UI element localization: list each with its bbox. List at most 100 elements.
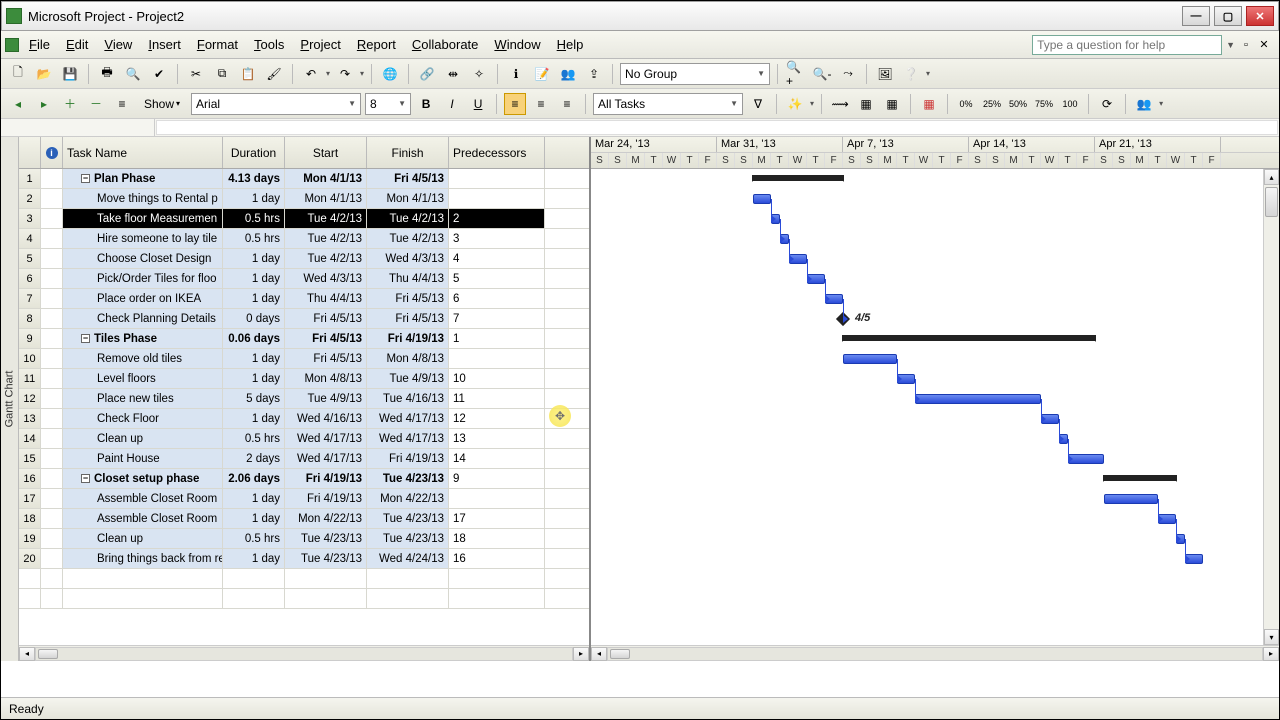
cell-dur[interactable]: 1 day xyxy=(223,369,285,388)
scroll-left-button[interactable]: ◂ xyxy=(19,647,35,661)
cell-pred[interactable] xyxy=(449,489,545,508)
redo-button[interactable]: ↷ xyxy=(334,63,356,85)
cell-taskname[interactable]: −Plan Phase xyxy=(63,169,223,188)
format-painter-button[interactable]: 🖌 xyxy=(263,63,285,85)
table-row[interactable]: 17Assemble Closet Room1 dayFri 4/19/13Mo… xyxy=(19,489,589,509)
cell-pred[interactable]: 13 xyxy=(449,429,545,448)
show-menu-button[interactable]: Show▾ xyxy=(137,93,187,115)
header-taskname[interactable]: Task Name xyxy=(63,137,223,168)
cell-dur[interactable] xyxy=(223,569,285,588)
cell-finish[interactable]: Mon 4/8/13 xyxy=(367,349,449,368)
cell-finish[interactable]: Tue 4/23/13 xyxy=(367,469,449,488)
cell-start[interactable]: Mon 4/1/13 xyxy=(285,169,367,188)
header-duration[interactable]: Duration xyxy=(223,137,285,168)
cell-rownum[interactable]: 11 xyxy=(19,369,41,388)
cell-dur[interactable]: 1 day xyxy=(223,409,285,428)
menu-collaborate[interactable]: Collaborate xyxy=(404,33,487,56)
gantt-wizard-button[interactable]: ✨ xyxy=(784,93,806,115)
menu-window[interactable]: Window xyxy=(486,33,548,56)
menu-format[interactable]: Format xyxy=(189,33,246,56)
gantt-summary-bar[interactable] xyxy=(1104,475,1176,481)
cell-taskname[interactable]: Bring things back from ren xyxy=(63,549,223,568)
table-row[interactable]: 8Check Planning Details0 daysFri 4/5/13F… xyxy=(19,309,589,329)
cell-rownum[interactable] xyxy=(19,569,41,588)
cell-taskname[interactable]: −Tiles Phase xyxy=(63,329,223,348)
cell-pred[interactable]: 17 xyxy=(449,509,545,528)
view-bar[interactable]: Gantt Chart xyxy=(1,137,19,661)
undo-button[interactable]: ↶ xyxy=(300,63,322,85)
cell-start[interactable]: Fri 4/5/13 xyxy=(285,349,367,368)
gantt-task-bar[interactable] xyxy=(843,354,897,364)
cell-finish[interactable]: Wed 4/24/13 xyxy=(367,549,449,568)
timescale-header[interactable]: Mar 24, '13Mar 31, '13Apr 7, '13Apr 14, … xyxy=(591,137,1279,169)
cell-pred[interactable] xyxy=(449,569,545,588)
cell-taskname[interactable]: Check Planning Details xyxy=(63,309,223,328)
outline-toggle-icon[interactable]: − xyxy=(81,174,90,183)
cell-taskname[interactable]: Assemble Closet Room xyxy=(63,509,223,528)
cell-info[interactable] xyxy=(41,409,63,428)
cell-rownum[interactable]: 1 xyxy=(19,169,41,188)
header-indicators[interactable]: i xyxy=(41,137,63,168)
cell-start[interactable]: Fri 4/5/13 xyxy=(285,309,367,328)
cell-rownum[interactable]: 19 xyxy=(19,529,41,548)
menu-tools[interactable]: Tools xyxy=(246,33,292,56)
bold-button[interactable]: B xyxy=(415,93,437,115)
cell-info[interactable] xyxy=(41,529,63,548)
tb-icon-3[interactable]: ▦ xyxy=(918,93,940,115)
autofilter-button[interactable]: ∇ xyxy=(747,93,769,115)
cell-dur[interactable] xyxy=(223,589,285,608)
cell-start[interactable]: Mon 4/1/13 xyxy=(285,189,367,208)
cell-dur[interactable]: 2 days xyxy=(223,449,285,468)
cell-info[interactable] xyxy=(41,369,63,388)
cell-start[interactable]: Wed 4/17/13 xyxy=(285,429,367,448)
publish-button[interactable]: ⇪ xyxy=(583,63,605,85)
cell-finish[interactable]: Tue 4/23/13 xyxy=(367,529,449,548)
cell-dur[interactable]: 1 day xyxy=(223,269,285,288)
save-button[interactable]: 💾 xyxy=(59,63,81,85)
gantt-scroll-thumb[interactable] xyxy=(610,649,630,659)
link-tasks-button[interactable]: 🔗 xyxy=(416,63,438,85)
cell-dur[interactable]: 1 day xyxy=(223,489,285,508)
cell-dur[interactable]: 1 day xyxy=(223,549,285,568)
cell-info[interactable] xyxy=(41,469,63,488)
header-predecessors[interactable]: Predecessors xyxy=(449,137,545,168)
cell-info[interactable] xyxy=(41,449,63,468)
cell-start[interactable]: Tue 4/2/13 xyxy=(285,249,367,268)
table-row[interactable]: 11Level floors1 dayMon 4/8/13Tue 4/9/131… xyxy=(19,369,589,389)
cell-info[interactable] xyxy=(41,589,63,608)
menu-project[interactable]: Project xyxy=(292,33,348,56)
cell-rownum[interactable]: 15 xyxy=(19,449,41,468)
cell-taskname[interactable]: Move things to Rental p xyxy=(63,189,223,208)
print-button[interactable]: 🖶 xyxy=(96,63,118,85)
menu-file[interactable]: File xyxy=(21,33,58,56)
cell-rownum[interactable]: 14 xyxy=(19,429,41,448)
cell-finish[interactable]: Mon 4/1/13 xyxy=(367,189,449,208)
vscroll-thumb[interactable] xyxy=(1265,187,1278,217)
scroll-right-button[interactable]: ▸ xyxy=(573,647,589,661)
help-search-input[interactable] xyxy=(1032,35,1222,55)
unlink-tasks-button[interactable]: ⇹ xyxy=(442,63,464,85)
cell-finish[interactable]: Tue 4/16/13 xyxy=(367,389,449,408)
hide-assignments-icon[interactable]: ≡ xyxy=(111,93,133,115)
menu-report[interactable]: Report xyxy=(349,33,404,56)
cell-pred[interactable]: 1 xyxy=(449,329,545,348)
font-size-combo[interactable]: 8▼ xyxy=(365,93,411,115)
cell-pred[interactable] xyxy=(449,189,545,208)
cell-taskname[interactable]: Place new tiles xyxy=(63,389,223,408)
group-combo[interactable]: No Group▼ xyxy=(620,63,770,85)
entry-field[interactable] xyxy=(156,120,1278,135)
table-row[interactable]: 6Pick/Order Tiles for floo1 dayWed 4/3/1… xyxy=(19,269,589,289)
tb-icon-1[interactable]: ▦ xyxy=(855,93,877,115)
collab-toolbar-button[interactable]: 👥 xyxy=(1133,93,1155,115)
table-row[interactable]: 18Assemble Closet Room1 dayMon 4/22/13Tu… xyxy=(19,509,589,529)
cell-finish[interactable]: Fri 4/5/13 xyxy=(367,169,449,188)
gantt-task-bar[interactable] xyxy=(753,194,771,204)
cell-taskname[interactable]: Choose Closet Design xyxy=(63,249,223,268)
cell-start[interactable]: Tue 4/23/13 xyxy=(285,549,367,568)
cell-start[interactable] xyxy=(285,589,367,608)
cell-info[interactable] xyxy=(41,429,63,448)
table-row[interactable]: 7Place order on IKEA1 dayThu 4/4/13Fri 4… xyxy=(19,289,589,309)
menu-insert[interactable]: Insert xyxy=(140,33,189,56)
cell-rownum[interactable]: 16 xyxy=(19,469,41,488)
insert-hyperlink-button[interactable]: 🌐 xyxy=(379,63,401,85)
